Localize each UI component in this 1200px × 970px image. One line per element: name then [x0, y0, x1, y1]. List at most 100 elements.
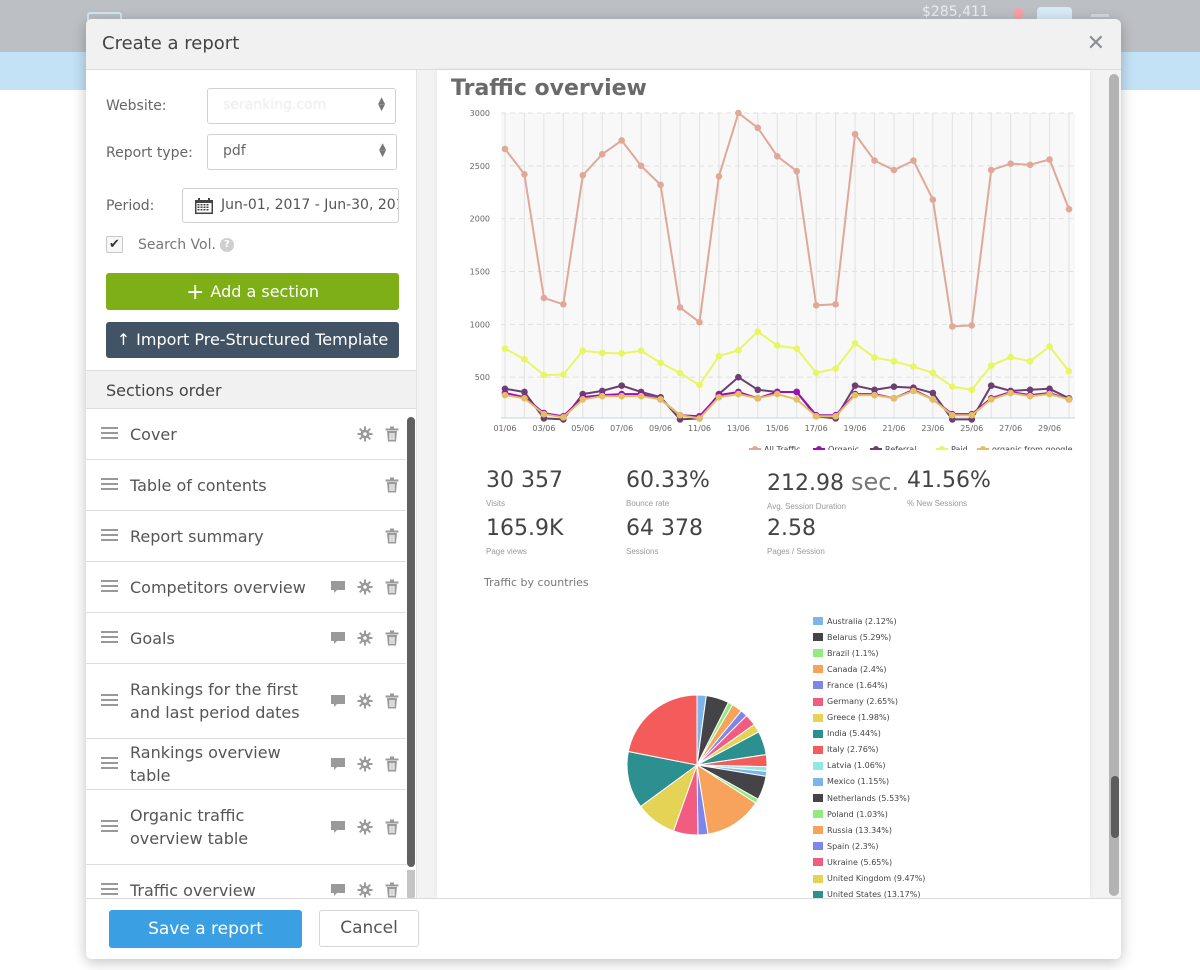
data-point [657, 396, 664, 403]
legend-label: Spain (2.3%) [827, 841, 879, 851]
x-tick-label: 03/06 [532, 424, 555, 433]
y-tick-label: 500 [475, 373, 490, 382]
trash-icon[interactable] [384, 693, 400, 709]
trash-icon[interactable] [384, 426, 400, 442]
legend-swatch [813, 842, 823, 851]
section-item[interactable]: Rankings for the first and last period d… [86, 664, 406, 739]
stat-value: 165.9K [486, 516, 564, 541]
data-point [579, 172, 587, 179]
comment-icon[interactable] [330, 693, 346, 709]
comment-icon[interactable] [330, 579, 346, 595]
legend-label: United States (13.17%) [827, 890, 921, 898]
drag-handle-icon[interactable] [101, 883, 118, 896]
gear-icon[interactable] [357, 756, 373, 772]
comment-icon[interactable] [330, 882, 346, 898]
section-item[interactable]: Goals [86, 613, 406, 664]
close-icon[interactable]: ✕ [1087, 31, 1105, 56]
gear-icon[interactable] [357, 819, 373, 835]
data-point [540, 294, 548, 302]
drag-handle-icon[interactable] [101, 427, 118, 440]
legend-marker [939, 446, 945, 450]
data-point [754, 395, 762, 402]
section-actions [330, 881, 400, 898]
section-item[interactable]: Competitors overview [86, 562, 406, 613]
drag-handle-icon[interactable] [101, 580, 118, 593]
report-type-label: Report type: [106, 145, 193, 161]
gear-icon[interactable] [357, 579, 373, 595]
website-select[interactable]: seranking.com ▲ ▼ [207, 88, 396, 124]
preview-scrollbar-thumb[interactable] [1111, 776, 1119, 838]
legend-label: Canada (2.4%) [827, 664, 887, 674]
trash-icon[interactable] [384, 819, 400, 835]
notification-dot [1013, 8, 1024, 19]
drag-handle-icon[interactable] [101, 529, 118, 542]
y-tick-label: 3000 [470, 109, 490, 118]
legend-item: Greece (1.98%) [813, 710, 925, 726]
drag-handle-icon[interactable] [101, 820, 118, 833]
trash-icon[interactable] [384, 579, 400, 595]
section-label: Report summary [130, 526, 264, 546]
data-point [676, 369, 684, 377]
trash-icon[interactable] [384, 882, 400, 898]
trash-icon[interactable] [384, 630, 400, 646]
sections-scrollbar-thumb[interactable] [407, 417, 415, 867]
empty-icon-slot [330, 426, 346, 442]
gear-icon[interactable] [357, 882, 373, 898]
section-item[interactable]: Traffic overview [86, 865, 406, 898]
data-point [793, 396, 801, 403]
sections-list: Cover Table of contents Report summary Comp… [86, 409, 406, 898]
legend-swatch [813, 890, 823, 898]
legend-label: Russia (13.34%) [827, 825, 893, 835]
comment-icon[interactable] [330, 819, 346, 835]
help-icon[interactable]: ? [219, 238, 234, 252]
cancel-button[interactable]: Cancel [319, 910, 419, 947]
import-template-button[interactable]: ↑ Import Pre-Structured Template [106, 322, 399, 358]
data-point [793, 167, 801, 175]
section-item[interactable]: Table of contents [86, 460, 406, 511]
y-tick-label: 1000 [470, 320, 490, 329]
data-point [890, 166, 898, 174]
import-template-label: Import Pre-Structured Template [136, 330, 389, 349]
gear-icon[interactable] [357, 426, 373, 442]
legend-label: France (1.64%) [827, 680, 888, 690]
add-section-button[interactable]: + Add a section [106, 273, 399, 310]
drag-handle-icon[interactable] [101, 757, 118, 770]
data-point [832, 365, 839, 373]
trash-icon[interactable] [384, 756, 400, 772]
stat-sessions: 64 378 Sessions [626, 516, 703, 556]
stat-value: 41.56% [907, 468, 991, 493]
period-date-input[interactable]: Jun-01, 2017 - Jun-30, 2017 [182, 188, 399, 223]
legend-swatch [813, 681, 823, 690]
legend-label: Paid [951, 445, 968, 450]
report-type-select[interactable]: pdf ▲ ▼ [207, 134, 397, 170]
data-point [949, 323, 956, 330]
stat-pages-per-session: 2.58 Pages / Session [767, 516, 825, 556]
legend-item: Russia (13.34%) [813, 822, 925, 838]
drag-handle-icon[interactable] [101, 694, 118, 707]
preview-scrollbar-track[interactable] [1109, 74, 1119, 896]
section-item[interactable]: Organic traffic overview table [86, 790, 406, 865]
report-settings-panel: Website: seranking.com ▲ ▼ Report type: p… [86, 70, 417, 900]
comment-icon[interactable] [330, 630, 346, 646]
search-vol-checkbox[interactable]: ✔ [106, 236, 123, 253]
sections-scrollbar-track[interactable] [407, 870, 415, 900]
data-point [696, 381, 703, 389]
stat-label: Bounce rate [626, 499, 670, 508]
section-item[interactable]: Cover [86, 409, 406, 460]
save-report-button[interactable]: Save a report [109, 910, 302, 948]
drag-handle-icon[interactable] [101, 478, 118, 491]
section-item[interactable]: Rankings overview table [86, 739, 406, 790]
stat-value: 2.58 [767, 516, 816, 541]
data-point [773, 153, 781, 160]
data-point [929, 396, 937, 403]
data-point [812, 302, 820, 309]
section-item[interactable]: Report summary [86, 511, 406, 562]
gear-icon[interactable] [357, 693, 373, 709]
data-point [871, 354, 878, 361]
gear-icon[interactable] [357, 630, 373, 646]
drag-handle-icon[interactable] [101, 631, 118, 644]
trash-icon[interactable] [384, 477, 400, 493]
comment-icon[interactable] [330, 756, 346, 772]
plus-icon: + [185, 280, 205, 305]
trash-icon[interactable] [384, 528, 400, 544]
